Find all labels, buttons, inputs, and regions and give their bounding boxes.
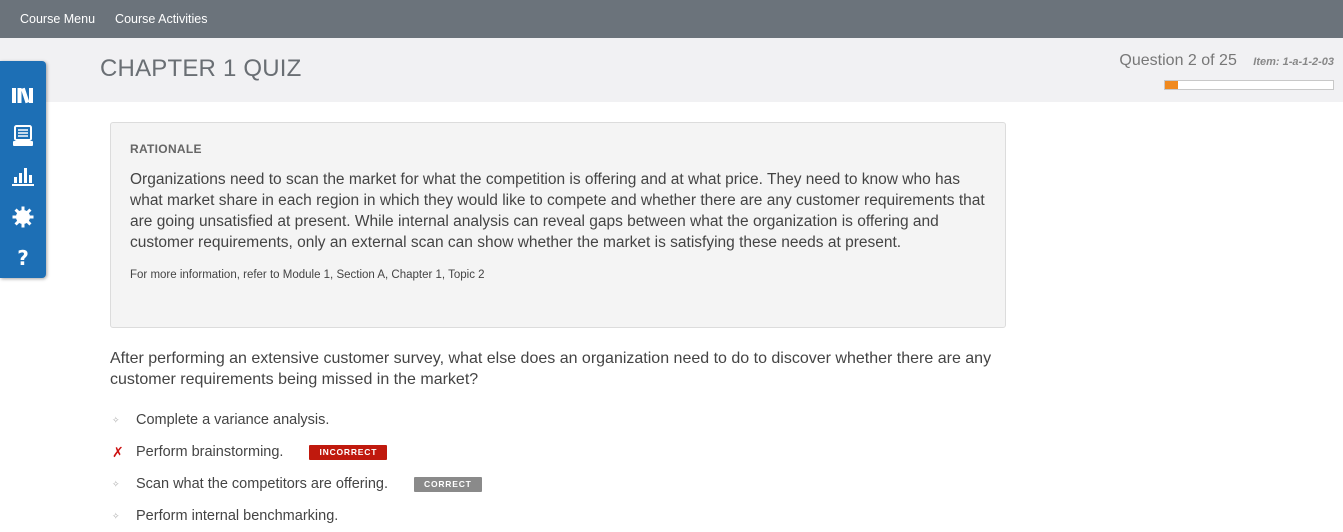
settings-button[interactable]	[0, 197, 46, 238]
notebook-icon	[13, 124, 33, 146]
quiz-progress-bar	[1164, 80, 1334, 90]
incorrect-badge: INCORRECT	[309, 444, 388, 460]
rationale-text: Organizations need to scan the market fo…	[130, 171, 985, 251]
answer-marker-icon: ✧	[112, 414, 120, 425]
bar-chart-icon	[12, 168, 34, 187]
rationale-panel: RATIONALE Organizations need to scan the…	[110, 122, 1006, 328]
answer-text: Perform internal benchmarking.	[136, 508, 339, 524]
notebook-button[interactable]	[0, 116, 46, 157]
incorrect-x-icon: ✗	[112, 443, 124, 460]
tool-sidebar: ?	[0, 61, 46, 278]
help-icon: ?	[17, 247, 29, 269]
correct-badge: CORRECT	[414, 476, 482, 492]
top-navigation: Course Menu Course Activities	[0, 0, 1343, 38]
answer-option[interactable]: ✧ Complete a variance analysis.	[110, 404, 710, 436]
answer-marker-icon: ✧	[112, 510, 120, 521]
gear-icon	[12, 206, 34, 228]
progress-area: Question 2 of 25 Item: 1-a-1-2-03	[1094, 52, 1334, 90]
svg-text:?: ?	[17, 247, 29, 269]
question-counter: Question 2 of 25	[1119, 52, 1237, 69]
answer-text: Complete a variance analysis.	[136, 412, 330, 428]
progress-fill	[1165, 81, 1179, 89]
library-icon	[12, 88, 33, 104]
item-id: Item: 1-a-1-2-03	[1253, 56, 1334, 68]
answer-marker-icon: ✧	[112, 478, 120, 489]
answer-option[interactable]: ✗ Perform brainstorming. INCORRECT	[110, 436, 710, 468]
quiz-header: CHAPTER 1 QUIZ Question 2 of 25 Item: 1-…	[0, 38, 1343, 102]
rationale-reference: For more information, refer to Module 1,…	[130, 269, 485, 281]
answer-option[interactable]: ✧ Scan what the competitors are offering…	[110, 468, 710, 500]
library-button[interactable]	[0, 75, 46, 116]
rationale-heading: RATIONALE	[130, 142, 202, 156]
page-title: CHAPTER 1 QUIZ	[100, 55, 302, 82]
help-button[interactable]: ?	[0, 237, 46, 278]
reports-button[interactable]	[0, 156, 46, 197]
course-menu-link[interactable]: Course Menu	[20, 12, 95, 26]
answer-text: Scan what the competitors are offering.	[136, 476, 389, 492]
answer-list: ✧ Complete a variance analysis. ✗ Perfor…	[110, 404, 710, 532]
answer-text: Perform brainstorming.	[136, 444, 284, 460]
question-text: After performing an extensive customer s…	[110, 350, 992, 388]
course-activities-link[interactable]: Course Activities	[115, 12, 207, 26]
answer-option[interactable]: ✧ Perform internal benchmarking.	[110, 500, 710, 532]
